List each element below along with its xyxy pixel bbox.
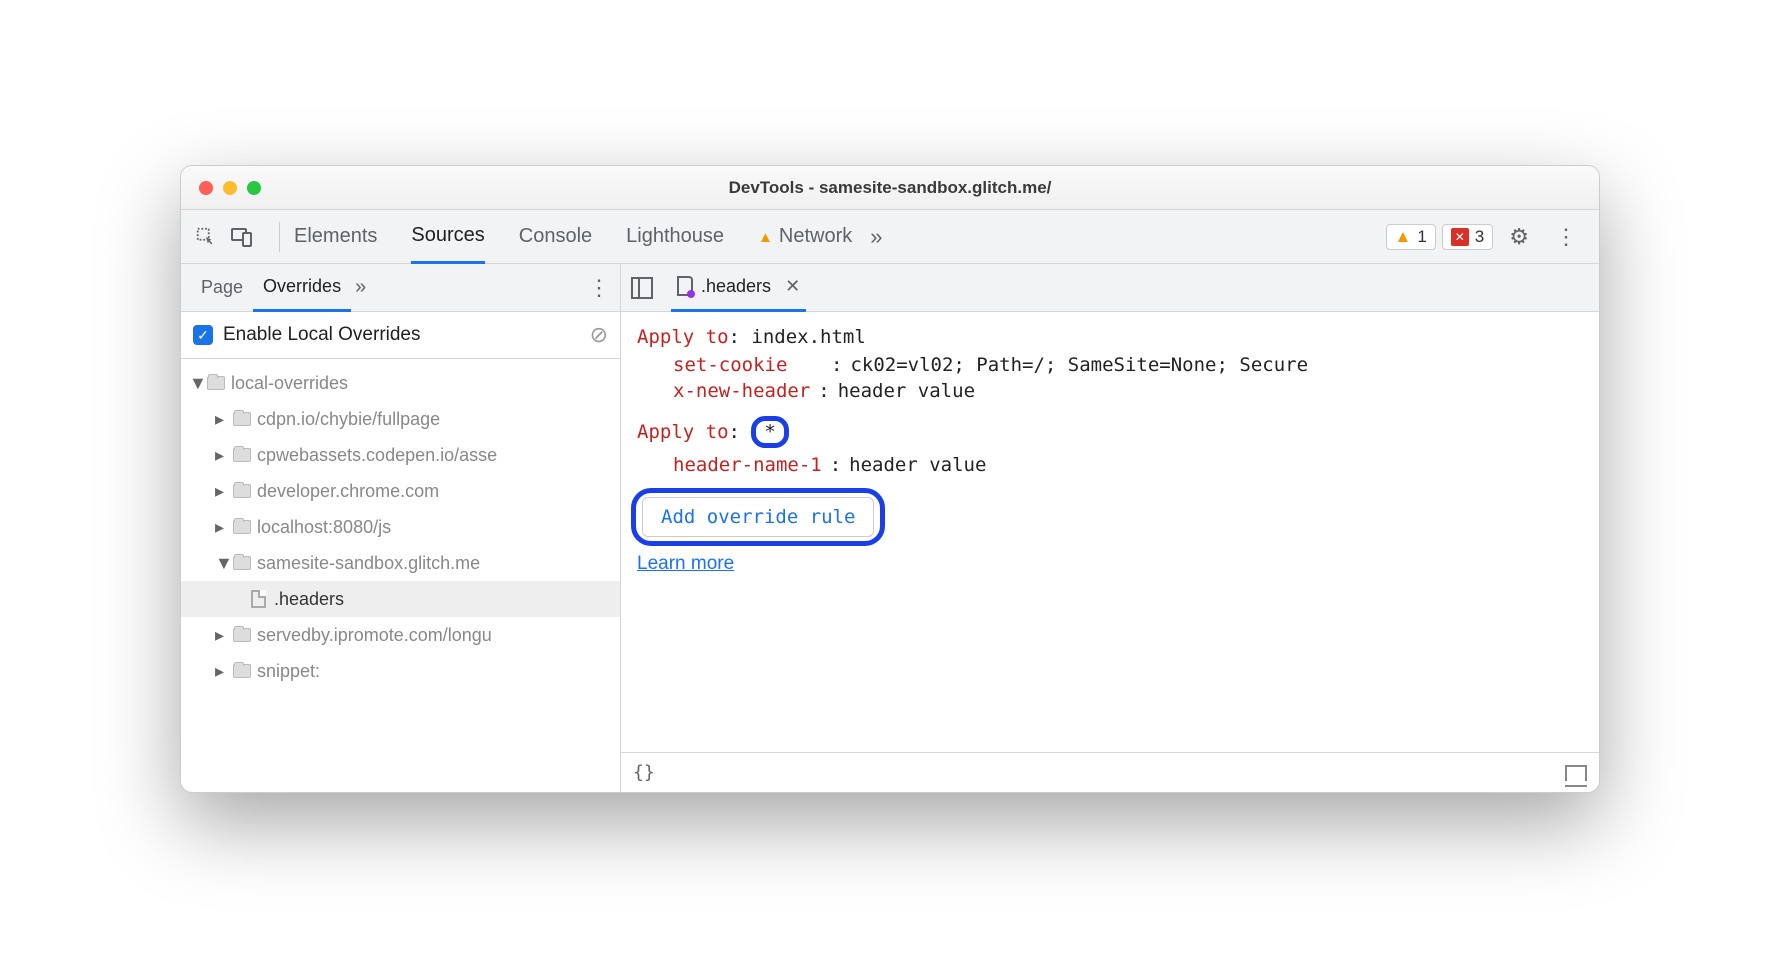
- modified-dot-icon: [687, 290, 695, 298]
- close-tab-icon[interactable]: ✕: [785, 276, 800, 297]
- tree-root[interactable]: ▼local-overrides: [181, 365, 620, 401]
- toggle-drawer-icon[interactable]: [1565, 765, 1587, 781]
- header-value[interactable]: ck02=vl02; Path=/; SameSite=None; Secure: [850, 354, 1583, 376]
- footer-braces[interactable]: {}: [633, 762, 655, 783]
- inspect-icon[interactable]: [193, 224, 219, 250]
- secondary-toolbar: Page Overrides » ⋮ .headers ✕: [181, 264, 1599, 312]
- navigator-tabs: Page Overrides » ⋮: [181, 264, 621, 311]
- window-title: DevTools - samesite-sandbox.glitch.me/: [181, 178, 1599, 198]
- toggle-navigator-icon[interactable]: [631, 277, 653, 299]
- headers-editor[interactable]: Apply to: index.html set-cookie: ck02=vl…: [621, 312, 1599, 752]
- apply-to-label: Apply to: [637, 421, 729, 443]
- errors-badge[interactable]: ✕3: [1442, 224, 1493, 250]
- warnings-count: 1: [1417, 227, 1426, 247]
- tabs-overflow-icon[interactable]: »: [870, 224, 882, 250]
- file-tab-name: .headers: [701, 276, 771, 297]
- enable-overrides-checkbox[interactable]: ✓: [193, 325, 213, 345]
- header-row[interactable]: set-cookie: ck02=vl02; Path=/; SameSite=…: [673, 354, 1583, 376]
- subtabs-overflow-icon[interactable]: »: [355, 276, 366, 299]
- toolbar-separator: [279, 222, 280, 252]
- header-name[interactable]: x-new-header: [673, 380, 810, 402]
- tree-folder[interactable]: ▸cdpn.io/chybie/fullpage: [181, 401, 620, 437]
- enable-overrides-row: ✓ Enable Local Overrides ⊘: [181, 312, 620, 359]
- titlebar: DevTools - samesite-sandbox.glitch.me/: [181, 166, 1599, 210]
- header-name[interactable]: set-cookie: [673, 354, 823, 376]
- panel-body: ✓ Enable Local Overrides ⊘ ▼local-overri…: [181, 312, 1599, 792]
- header-row[interactable]: x-new-header: header value: [673, 380, 1583, 402]
- tree-folder-open[interactable]: ▼samesite-sandbox.glitch.me: [181, 545, 620, 581]
- tree-folder[interactable]: ▸developer.chrome.com: [181, 473, 620, 509]
- errors-count: 3: [1475, 227, 1484, 247]
- tree-folder[interactable]: ▸localhost:8080/js: [181, 509, 620, 545]
- tree-folder[interactable]: ▸snippet:: [181, 653, 620, 689]
- tab-lighthouse[interactable]: Lighthouse: [626, 211, 724, 262]
- subtab-page[interactable]: Page: [191, 265, 253, 310]
- tree-file-headers[interactable]: .headers: [181, 581, 620, 617]
- tab-console[interactable]: Console: [519, 211, 592, 262]
- more-menu-icon[interactable]: ⋮: [1545, 224, 1587, 250]
- main-toolbar: Elements Sources Console Lighthouse Netw…: [181, 210, 1599, 264]
- device-toggle-icon[interactable]: [229, 224, 255, 250]
- file-icon: [677, 276, 693, 296]
- header-value[interactable]: header value: [849, 454, 1583, 476]
- devtools-window: DevTools - samesite-sandbox.glitch.me/ E…: [180, 165, 1600, 793]
- tab-elements[interactable]: Elements: [294, 211, 377, 262]
- editor-tabbar: .headers ✕: [621, 264, 1599, 311]
- warnings-badge[interactable]: ▲1: [1386, 224, 1436, 250]
- enable-overrides-label: Enable Local Overrides: [223, 324, 590, 346]
- apply-to-value-highlight[interactable]: *: [751, 416, 788, 448]
- apply-to-value[interactable]: index.html: [751, 326, 865, 348]
- learn-more-link[interactable]: Learn more: [637, 553, 734, 574]
- apply-to-label: Apply to: [637, 326, 729, 348]
- tree-folder[interactable]: ▸servedby.ipromote.com/longu: [181, 617, 620, 653]
- tree-folder[interactable]: ▸cpwebassets.codepen.io/asse: [181, 437, 620, 473]
- tab-network[interactable]: Network: [758, 211, 852, 262]
- header-name[interactable]: header-name-1: [673, 454, 822, 476]
- main-tabs: Elements Sources Console Lighthouse Netw…: [294, 210, 852, 264]
- file-tree: ▼local-overrides ▸cdpn.io/chybie/fullpag…: [181, 359, 620, 695]
- header-value[interactable]: header value: [838, 380, 1583, 402]
- editor-footer: {}: [621, 752, 1599, 792]
- file-tab-headers[interactable]: .headers ✕: [671, 264, 806, 312]
- settings-icon[interactable]: ⚙: [1499, 224, 1539, 250]
- tab-sources[interactable]: Sources: [411, 210, 484, 264]
- add-override-rule-button[interactable]: Add override rule: [642, 497, 874, 537]
- clear-overrides-icon[interactable]: ⊘: [590, 322, 608, 348]
- add-override-highlight: Add override rule: [631, 488, 885, 546]
- editor-pane: Apply to: index.html set-cookie: ck02=vl…: [621, 312, 1599, 792]
- navigator-more-icon[interactable]: ⋮: [588, 275, 610, 301]
- navigator-sidebar: ✓ Enable Local Overrides ⊘ ▼local-overri…: [181, 312, 621, 792]
- subtab-overrides[interactable]: Overrides: [253, 264, 351, 312]
- header-row[interactable]: header-name-1: header value: [673, 454, 1583, 476]
